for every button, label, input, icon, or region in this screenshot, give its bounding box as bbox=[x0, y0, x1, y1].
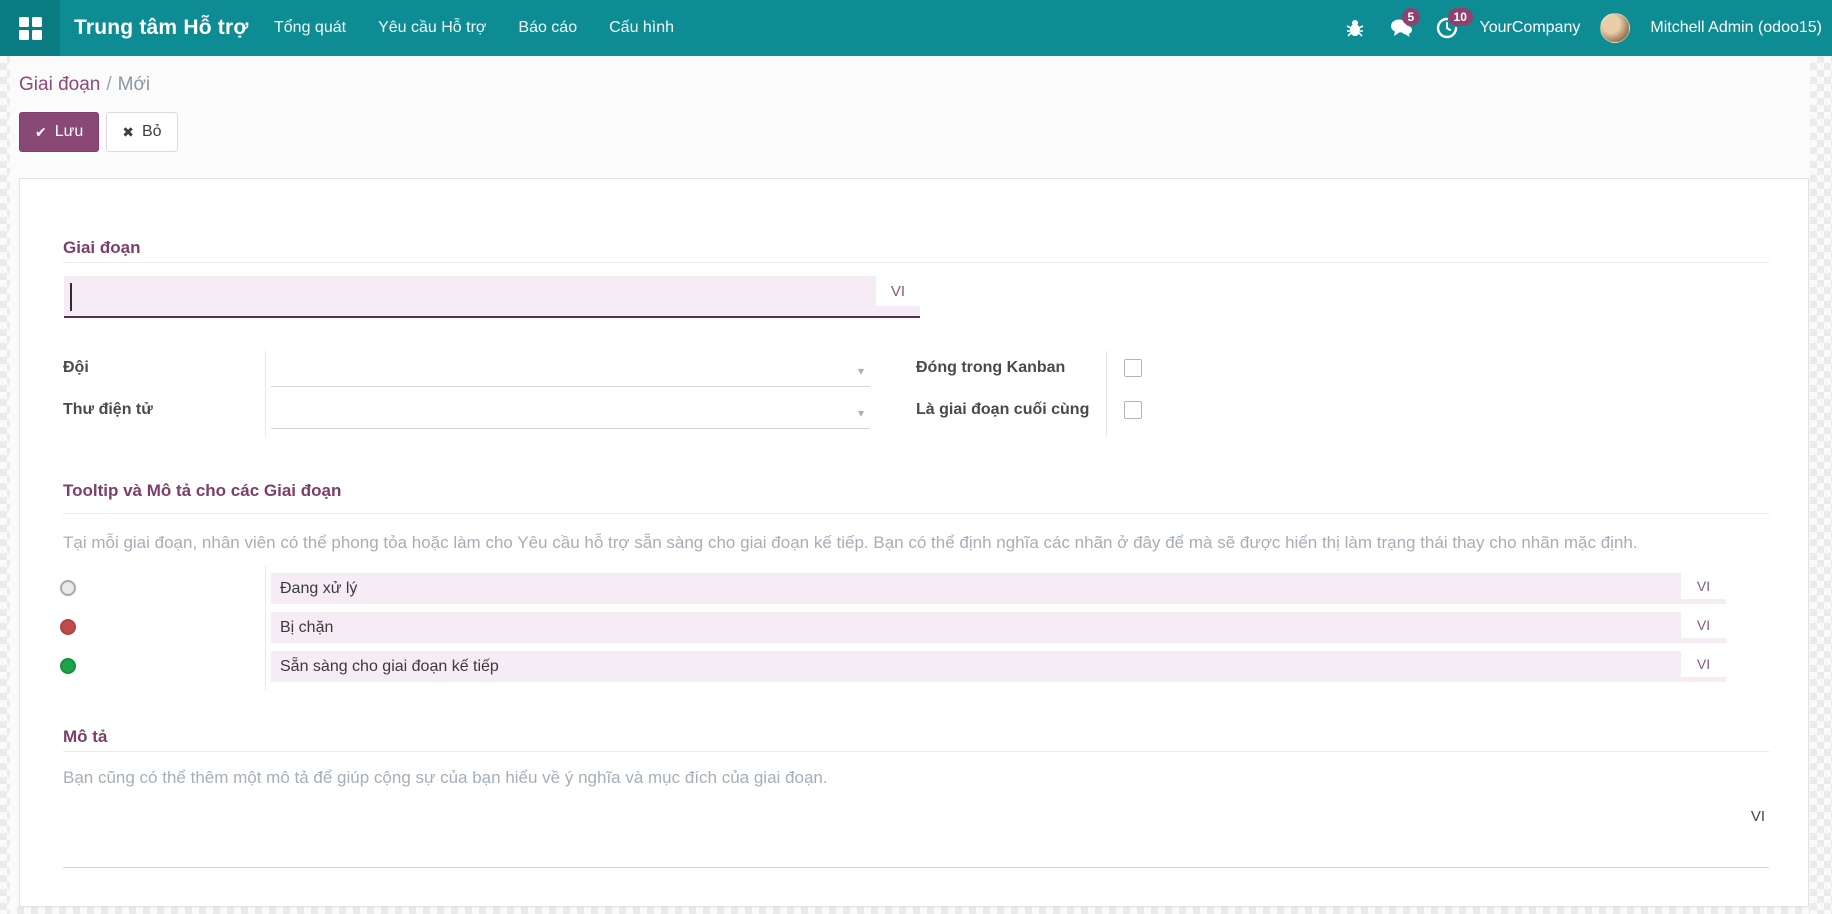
activities-count-badge: 10 bbox=[1448, 8, 1473, 26]
state-done-language-tag[interactable]: VI bbox=[1681, 651, 1726, 677]
company-switcher[interactable]: YourCompany bbox=[1480, 19, 1581, 37]
discard-button-label: Bỏ bbox=[142, 123, 162, 141]
bottom-transparent-strip bbox=[10, 907, 1810, 914]
team-dropdown-caret-icon: ▾ bbox=[858, 364, 864, 378]
left-transparent-strip bbox=[0, 56, 10, 914]
discard-button[interactable]: ✖ Bỏ bbox=[106, 112, 177, 152]
user-menu[interactable]: Mitchell Admin (odoo15) bbox=[1650, 19, 1822, 37]
form-action-buttons: ✔ Lưu ✖ Bỏ bbox=[19, 112, 178, 152]
state-normal-language-tag[interactable]: VI bbox=[1681, 573, 1726, 599]
fold-label: Đóng trong Kanban bbox=[916, 359, 1065, 377]
fold-checkbox[interactable] bbox=[1124, 359, 1142, 377]
team-field[interactable]: ▾ bbox=[271, 357, 870, 387]
states-group-separator bbox=[265, 566, 266, 690]
email-label: Thư điện tử bbox=[63, 401, 153, 419]
state-dot-blocked bbox=[60, 619, 76, 635]
x-icon: ✖ bbox=[122, 124, 134, 141]
stage-section-title: Giai đoạn bbox=[63, 238, 140, 258]
menu-item-tickets[interactable]: Yêu cầu Hỗ trợ bbox=[362, 0, 502, 56]
state-blocked-value: Bị chặn bbox=[280, 619, 333, 636]
menu-item-overview[interactable]: Tổng quát bbox=[258, 0, 362, 56]
last-stage-checkbox[interactable] bbox=[1124, 401, 1142, 419]
stage-name-language-tag[interactable]: VI bbox=[876, 276, 920, 306]
messages-count-badge: 5 bbox=[1402, 8, 1421, 26]
state-dot-normal bbox=[60, 580, 76, 596]
breadcrumb-separator: / bbox=[100, 74, 117, 95]
email-dropdown-caret-icon: ▾ bbox=[858, 406, 864, 420]
right-group-separator bbox=[1106, 351, 1107, 437]
messages-menu-button[interactable]: 5 bbox=[1388, 15, 1414, 41]
menu-item-configuration[interactable]: Cấu hình bbox=[593, 0, 690, 56]
stage-name-input[interactable]: VI bbox=[64, 276, 920, 318]
state-done-input[interactable]: Sẵn sàng cho giai đoạn kế tiếp VI bbox=[271, 651, 1726, 682]
state-done-value: Sẵn sàng cho giai đoạn kế tiếp bbox=[280, 658, 499, 675]
tooltip-section-title: Tooltip và Mô tả cho các Giai đoạn bbox=[63, 481, 341, 501]
email-field[interactable]: ▾ bbox=[271, 399, 870, 429]
bug-icon bbox=[1345, 18, 1365, 38]
tooltip-section-separator bbox=[63, 513, 1769, 514]
top-navbar: Trung tâm Hỗ trợ Tổng quát Yêu cầu Hỗ tr… bbox=[0, 0, 1832, 56]
helpdesk-stage-form-page: { "navbar": { "app_name": "Trung tâm Hỗ … bbox=[0, 0, 1832, 914]
debug-bug-icon[interactable] bbox=[1342, 15, 1368, 41]
left-group-separator bbox=[265, 351, 266, 437]
description-section-title: Mô tả bbox=[63, 727, 107, 747]
state-dot-done bbox=[60, 658, 76, 674]
right-transparent-strip bbox=[1810, 56, 1832, 914]
description-section-separator bbox=[63, 751, 1769, 752]
description-textarea[interactable]: VI bbox=[63, 792, 1769, 868]
tooltip-help-text: Tại mỗi giai đoạn, nhân viên có thể phon… bbox=[63, 533, 1763, 553]
text-cursor bbox=[70, 283, 72, 311]
state-normal-input[interactable]: Đang xử lý VI bbox=[271, 573, 1726, 604]
check-icon: ✔ bbox=[35, 124, 47, 141]
last-stage-label: Là giai đoạn cuối cùng bbox=[916, 401, 1089, 419]
save-button-label: Lưu bbox=[55, 123, 84, 141]
apps-grid-icon bbox=[19, 17, 42, 40]
breadcrumb: Giai đoạn/Mới bbox=[19, 74, 150, 96]
description-help-text: Bạn cũng có thể thêm một mô tả để giúp c… bbox=[63, 768, 1763, 788]
navbar-right-cluster: 5 10 YourCompany Mitchell Admin (odoo15) bbox=[1342, 0, 1822, 56]
breadcrumb-stages-link[interactable]: Giai đoạn bbox=[19, 74, 100, 95]
stage-section-separator bbox=[63, 262, 1769, 263]
user-avatar[interactable] bbox=[1600, 13, 1630, 43]
save-button[interactable]: ✔ Lưu bbox=[19, 112, 99, 152]
state-normal-value: Đang xử lý bbox=[280, 580, 357, 597]
app-name[interactable]: Trung tâm Hỗ trợ bbox=[74, 0, 248, 56]
state-blocked-input[interactable]: Bị chặn VI bbox=[271, 612, 1726, 643]
apps-menu-button[interactable] bbox=[0, 0, 60, 56]
description-language-tag[interactable]: VI bbox=[1751, 808, 1765, 825]
breadcrumb-current: Mới bbox=[118, 74, 151, 95]
team-label: Đội bbox=[63, 359, 89, 377]
app-menu: Tổng quát Yêu cầu Hỗ trợ Báo cáo Cấu hìn… bbox=[258, 0, 690, 56]
state-blocked-language-tag[interactable]: VI bbox=[1681, 612, 1726, 638]
activities-menu-button[interactable]: 10 bbox=[1434, 15, 1460, 41]
menu-item-reporting[interactable]: Báo cáo bbox=[502, 0, 593, 56]
